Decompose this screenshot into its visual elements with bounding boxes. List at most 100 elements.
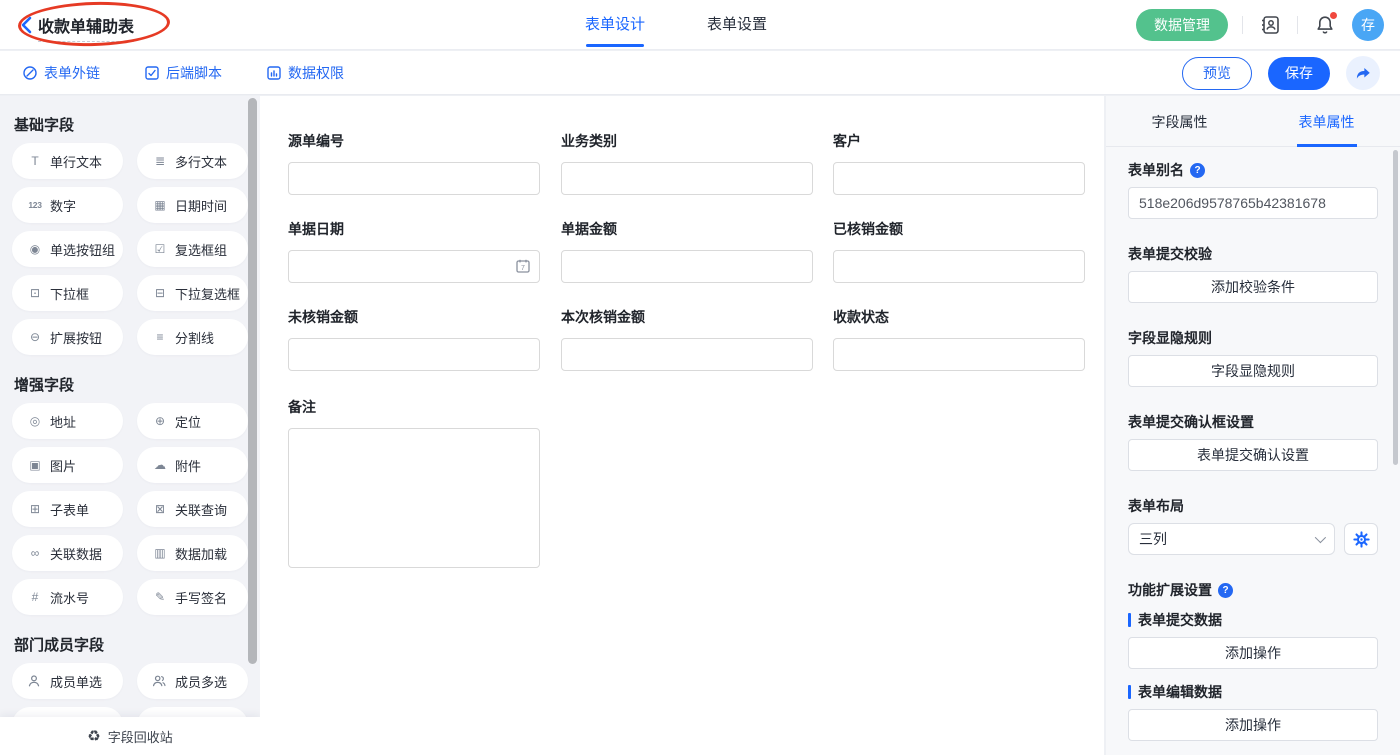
sidebar-field-number[interactable]: 123数字 — [12, 187, 123, 223]
share-arrow-icon — [1354, 64, 1372, 82]
sidebar-field-image[interactable]: ▣图片 — [12, 447, 123, 483]
single-text-icon: T — [27, 155, 43, 167]
panel-scrollbar[interactable] — [1393, 150, 1398, 465]
panel-tabs: 字段属性 表单属性 — [1106, 96, 1400, 147]
sidebar-field-multi-select[interactable]: ⊟下拉复选框 — [137, 275, 248, 311]
add-check-condition-button[interactable]: 添加校验条件 — [1128, 271, 1378, 303]
sidebar-field-serial-number[interactable]: #流水号 — [12, 579, 123, 615]
field-label: 源单编号 — [288, 131, 540, 151]
sidebar-field-multi-text[interactable]: ≣多行文本 — [137, 143, 248, 179]
canvas-field-verified-amount[interactable]: 已核销金额 — [833, 219, 1085, 283]
submit-confirm-button[interactable]: 表单提交确认设置 — [1128, 439, 1378, 471]
field-label: 单据日期 — [288, 219, 540, 239]
sidebar-field-member-multi[interactable]: 成员多选 — [137, 663, 248, 699]
data-manage-button[interactable]: 数据管理 — [1136, 9, 1228, 41]
form-canvas[interactable]: 源单编号 业务类别 客户 单据日期 7 单据金额 已核销金额 未核销金额 — [260, 96, 1104, 755]
canvas-field-unverified-amount[interactable]: 未核销金额 — [288, 307, 540, 371]
canvas-field-customer[interactable]: 客户 — [833, 131, 1085, 195]
form-alias-input[interactable] — [1128, 187, 1378, 219]
sidebar-field-member-single[interactable]: 成员单选 — [12, 663, 123, 699]
sidebar-field-subform[interactable]: ⊞子表单 — [12, 491, 123, 527]
field-label: 复选框组 — [175, 240, 227, 259]
sidebar-field-attachment[interactable]: ☁附件 — [137, 447, 248, 483]
user-avatar[interactable]: 存 — [1352, 9, 1384, 41]
remark-textarea[interactable] — [288, 428, 540, 568]
backend-script-label: 后端脚本 — [166, 63, 222, 83]
receipt-status-input[interactable] — [833, 338, 1085, 371]
checkbox-icon: ☑ — [152, 243, 168, 255]
source-no-input[interactable] — [288, 162, 540, 195]
tab-form-design[interactable]: 表单设计 — [585, 0, 645, 50]
tab-form-properties[interactable]: 表单属性 — [1253, 96, 1400, 146]
divider-icon: ≡ — [152, 331, 168, 343]
address-book-icon[interactable] — [1257, 12, 1283, 38]
form-alias-label: 表单别名 ? — [1128, 161, 1378, 179]
backend-script-link[interactable]: 后端脚本 — [144, 63, 222, 83]
properties-panel: 字段属性 表单属性 表单别名 ? 表单提交校验 添加校验条件 字段显隐规则 字段… — [1106, 96, 1400, 755]
sidebar-field-select[interactable]: ⊡下拉框 — [12, 275, 123, 311]
sidebar-field-checkbox-group[interactable]: ☑ 复选框组 — [137, 231, 248, 267]
label-text: 表单提交确认框设置 — [1128, 412, 1254, 432]
form-external-link[interactable]: 表单外链 — [22, 63, 100, 83]
layout-settings-button[interactable] — [1344, 523, 1378, 555]
sidebar-field-extend-button[interactable]: ⊖扩展按钮 — [12, 319, 123, 355]
bill-date-input[interactable] — [288, 250, 540, 283]
field-label: 扩展按钮 — [50, 328, 102, 347]
field-label: 分割线 — [175, 328, 214, 347]
customer-input[interactable] — [833, 162, 1085, 195]
sidebar-field-datetime[interactable]: ▦日期时间 — [137, 187, 248, 223]
header-tabs: 表单设计 表单设置 — [585, 0, 767, 50]
field-label: 本次核销金额 — [561, 307, 813, 327]
notification-bell-icon[interactable] — [1312, 12, 1338, 38]
label-text: 表单提交校验 — [1128, 244, 1212, 264]
canvas-field-source-no[interactable]: 源单编号 — [288, 131, 540, 195]
attachment-icon: ☁ — [152, 459, 168, 471]
back-button[interactable] — [16, 13, 40, 37]
verified-amount-input[interactable] — [833, 250, 1085, 283]
sidebar-field-single-text[interactable]: T单行文本 — [12, 143, 123, 179]
unverified-amount-input[interactable] — [288, 338, 540, 371]
field-label: 子表单 — [50, 500, 89, 519]
sidebar-field-relation-data[interactable]: ∞关联数据 — [12, 535, 123, 571]
field-label: 下拉复选框 — [175, 284, 240, 303]
canvas-field-bill-date[interactable]: 单据日期 7 — [288, 219, 540, 283]
tab-field-properties[interactable]: 字段属性 — [1106, 96, 1253, 146]
help-icon[interactable]: ? — [1190, 163, 1205, 178]
header: 收款单辅助表 表单设计 表单设置 数据管理 存 — [0, 0, 1400, 50]
address-icon: ◎ — [27, 415, 43, 427]
sidebar-field-relation-query[interactable]: ⊠关联查询 — [137, 491, 248, 527]
canvas-field-business-type[interactable]: 业务类别 — [561, 131, 813, 195]
field-label: 单选按钮组 — [50, 240, 115, 259]
layout-select[interactable]: 三列 — [1128, 523, 1335, 555]
canvas-field-receipt-status[interactable]: 收款状态 — [833, 307, 1085, 371]
canvas-field-bill-amount[interactable]: 单据金额 — [561, 219, 813, 283]
field-recycle-bin[interactable]: ♻ 字段回收站 — [0, 717, 260, 755]
sidebar-field-divider[interactable]: ≡ 分割线 — [137, 319, 248, 355]
data-permission-link[interactable]: 数据权限 — [266, 63, 344, 83]
sidebar-field-address[interactable]: ◎地址 — [12, 403, 123, 439]
submit-data-add-button[interactable]: 添加操作 — [1128, 637, 1378, 669]
layout-controls: 三列 — [1128, 523, 1378, 555]
bill-amount-input[interactable] — [561, 250, 813, 283]
tab-form-settings[interactable]: 表单设置 — [707, 0, 767, 50]
canvas-field-current-verify-amount[interactable]: 本次核销金额 — [561, 307, 813, 371]
canvas-field-remark[interactable]: 备注 — [288, 397, 540, 573]
submit-data-label: 表单提交数据 — [1128, 611, 1378, 629]
help-icon[interactable]: ? — [1218, 583, 1233, 598]
sidebar-field-signature[interactable]: ✎手写签名 — [137, 579, 248, 615]
sidebar-field-radio-group[interactable]: ◉单选按钮组 — [12, 231, 123, 267]
edit-data-add-button[interactable]: 添加操作 — [1128, 709, 1378, 741]
field-visibility-button[interactable]: 字段显隐规则 — [1128, 355, 1378, 387]
sidebar-field-location[interactable]: ⊕定位 — [137, 403, 248, 439]
sidebar-scrollbar[interactable] — [248, 98, 257, 664]
business-type-input[interactable] — [561, 162, 813, 195]
label-text: 字段显隐规则 — [1128, 328, 1212, 348]
field-label: 成员多选 — [175, 672, 227, 691]
gear-icon — [1353, 531, 1370, 548]
save-button[interactable]: 保存 — [1268, 57, 1330, 90]
current-verify-amount-input[interactable] — [561, 338, 813, 371]
sidebar-field-data-load[interactable]: ▥数据加载 — [137, 535, 248, 571]
share-button[interactable] — [1346, 56, 1380, 90]
preview-button[interactable]: 预览 — [1182, 57, 1252, 90]
toolbar-actions: 预览 保存 — [1182, 51, 1380, 95]
